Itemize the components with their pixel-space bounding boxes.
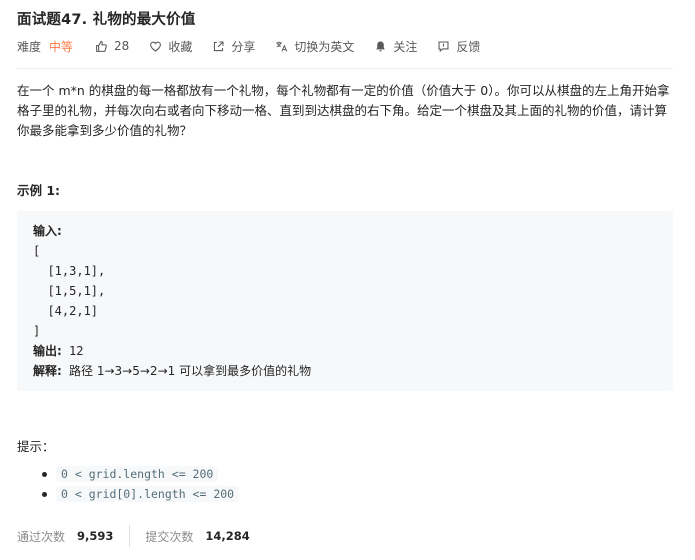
submitted-label: 提交次数	[145, 529, 194, 544]
heart-icon	[150, 41, 162, 52]
switch-language-button[interactable]: 切换为英文	[275, 38, 354, 55]
example-code: 输入: [ [1,3,1], [1,5,1], [4,2,1] ] 输出: 12…	[33, 221, 311, 381]
share-button[interactable]: 分享	[212, 38, 255, 55]
input-line: [1,3,1],	[33, 264, 106, 278]
feedback-label: 反馈	[456, 39, 481, 54]
output-label: 输出:	[33, 344, 62, 358]
switch-language-label: 切换为英文	[294, 39, 355, 54]
example-code-block: 输入: [ [1,3,1], [1,5,1], [4,2,1] ] 输出: 12…	[17, 211, 673, 391]
follow-label: 关注	[393, 39, 418, 54]
favorite-label: 收藏	[168, 39, 193, 54]
bell-icon	[376, 40, 386, 51]
like-button[interactable]: 28	[95, 39, 129, 53]
follow-button[interactable]: 关注	[374, 38, 417, 55]
hint-code: 0 < grid.length <= 200	[56, 466, 219, 482]
feedback-button[interactable]: 反馈	[437, 38, 480, 55]
like-count: 28	[114, 39, 130, 53]
share-icon	[214, 41, 224, 51]
hint-item: 0 < grid.length <= 200	[17, 464, 239, 484]
output-value: 12	[69, 344, 84, 358]
feedback-icon	[438, 41, 449, 52]
explain-value: 路径 1→3→5→2→1 可以拿到最多价值的礼物	[69, 364, 312, 378]
input-line: [	[33, 244, 41, 258]
input-line: ]	[33, 324, 41, 338]
hint-item: 0 < grid[0].length <= 200	[17, 484, 240, 504]
stats-divider	[129, 525, 131, 547]
accepted-count: 9,593	[77, 529, 114, 543]
input-line: [1,5,1],	[33, 284, 106, 298]
header-divider	[17, 68, 673, 69]
input-line: [4,2,1]	[33, 304, 99, 318]
explain-label: 解释:	[33, 364, 62, 378]
difficulty-value: 中等	[49, 39, 74, 54]
submitted-count: 14,284	[205, 529, 250, 543]
problem-meta-bar: 难度 中等 28 收藏 分享 切换为英文 关注 反馈	[17, 36, 500, 56]
problem-title: 面试题47. 礼物的最大价值	[17, 12, 196, 28]
submission-stats: 通过次数 9,593 提交次数 14,284	[17, 525, 250, 547]
example-heading: 示例 1:	[17, 183, 61, 198]
hint-code: 0 < grid[0].length <= 200	[56, 486, 240, 502]
favorite-button[interactable]: 收藏	[149, 38, 192, 55]
input-label: 输入:	[33, 224, 62, 238]
translate-icon	[276, 41, 288, 52]
difficulty-label: 难度	[17, 39, 42, 54]
accepted-label: 通过次数	[17, 529, 66, 544]
hints-heading: 提示：	[17, 439, 55, 454]
share-label: 分享	[231, 39, 256, 54]
problem-description: 在一个 m*n 的棋盘的每一格都放有一个礼物，每个礼物都有一定的价值（价值大于 …	[17, 83, 670, 138]
thumbs-up-icon	[96, 40, 107, 52]
hints-list: 0 < grid.length <= 200 0 < grid[0].lengt…	[17, 464, 240, 504]
